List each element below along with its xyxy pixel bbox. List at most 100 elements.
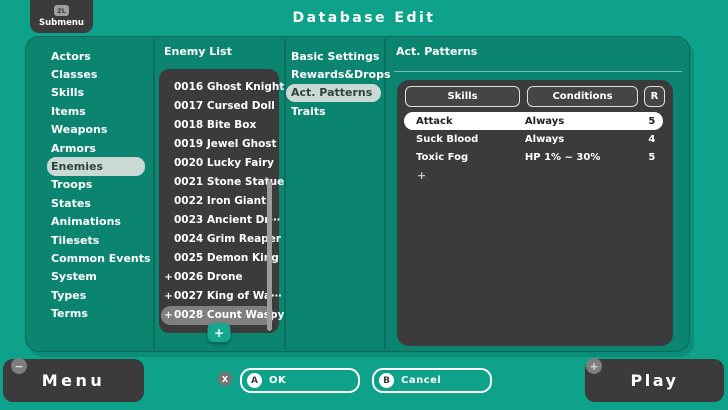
play-label: Play xyxy=(630,371,679,390)
enemy-list-rows: + 0016 Ghost Knight + 0017 Cursed Doll +… xyxy=(159,78,284,325)
ok-label: OK xyxy=(269,375,287,386)
sidebar-item[interactable]: Actors xyxy=(47,47,145,65)
enemy-list-item[interactable]: + 0020 Lucky Fairy xyxy=(159,154,279,173)
sidebar-item[interactable]: Armors xyxy=(47,139,145,157)
sidebar-item[interactable]: Enemies xyxy=(47,157,145,176)
sidebar-item-label: Weapons xyxy=(51,123,108,137)
sidebar-item-label: Armors xyxy=(51,141,96,155)
sidebar-item-label: Common Events xyxy=(51,251,151,265)
category-sidebar: Actors Classes Skills Items Weapons Armo… xyxy=(26,47,153,323)
enemy-item-label: 0018 Bite Box xyxy=(174,119,257,131)
enemy-list-item[interactable]: + 0028 Count Waspy xyxy=(161,305,284,325)
enemy-item-label: 0024 Grim Reaper xyxy=(174,233,281,245)
add-pattern-row[interactable]: + xyxy=(405,166,665,184)
sidebar-item[interactable]: Tilesets xyxy=(47,231,145,249)
sidebar-item[interactable]: Classes xyxy=(47,65,145,83)
action-pattern-row[interactable]: Attack Always 5 xyxy=(404,112,663,130)
main-panel: Actors Classes Skills Items Weapons Armo… xyxy=(25,36,690,352)
condition-cell: Always xyxy=(524,115,565,127)
settings-tabs: Basic Settings Rewards&Drops Act. Patter… xyxy=(284,47,391,121)
sidebar-item-label: Types xyxy=(51,288,87,302)
settings-tab[interactable]: Traits xyxy=(286,102,381,120)
skills-column-header[interactable]: Skills xyxy=(405,86,520,107)
cancel-button[interactable]: B Cancel xyxy=(372,368,492,393)
rating-cell: 4 xyxy=(648,133,656,145)
enemy-item-label: 0016 Ghost Knight xyxy=(174,81,285,93)
plus-button-icon: + xyxy=(586,358,602,374)
enemy-list-scrollbar[interactable] xyxy=(267,181,272,331)
b-button-icon: B xyxy=(379,373,394,388)
enemy-list-item[interactable]: + 0019 Jewel Ghost xyxy=(159,135,279,154)
sidebar-item-label: States xyxy=(51,196,91,210)
plus-icon: + xyxy=(213,325,225,340)
action-pattern-row[interactable]: Toxic Fog HP 1% ~ 30% 5 xyxy=(404,148,663,166)
enemy-list-item[interactable]: + 0021 Stone Statue xyxy=(159,173,284,192)
enemy-list-item[interactable]: + 0023 Ancient Dr⋯ xyxy=(159,211,280,230)
enemy-list: + 0016 Ghost Knight + 0017 Cursed Doll +… xyxy=(159,69,284,342)
sidebar-item[interactable]: Terms xyxy=(47,304,145,322)
menu-label: Menu xyxy=(41,371,106,390)
enemy-list-item[interactable]: + 0016 Ghost Knight xyxy=(159,78,284,97)
enemy-item-label: 0026 Drone xyxy=(174,271,243,283)
sidebar-item-label: System xyxy=(51,270,97,284)
settings-tab-label: Basic Settings xyxy=(291,49,380,63)
skill-cell: Toxic Fog xyxy=(416,151,469,163)
enemy-list-item[interactable]: + 0018 Bite Box xyxy=(159,116,279,135)
sidebar-item-label: Tilesets xyxy=(51,233,100,247)
added-marker-icon: + xyxy=(164,309,173,321)
settings-tab-label: Rewards&Drops xyxy=(291,68,391,82)
enemy-item-label: 0023 Ancient Dr⋯ xyxy=(174,214,280,226)
settings-tab[interactable]: Basic Settings xyxy=(286,47,381,65)
act-patterns-title: Act. Patterns xyxy=(396,45,478,58)
settings-tab-label: Traits xyxy=(291,104,326,118)
added-marker-icon: + xyxy=(164,290,173,302)
added-marker-icon: + xyxy=(164,271,173,283)
play-button[interactable]: Play xyxy=(585,359,724,402)
enemy-item-label: 0022 Iron Giant xyxy=(174,195,267,207)
action-pattern-row[interactable]: Suck Blood Always 4 xyxy=(404,130,663,148)
rating-column-header[interactable]: R xyxy=(644,86,665,107)
sidebar-item-label: Classes xyxy=(51,68,98,82)
sidebar-item[interactable]: States xyxy=(47,194,145,212)
x-button-icon[interactable]: X xyxy=(218,372,232,386)
sidebar-item[interactable]: Items xyxy=(47,102,145,120)
column-divider xyxy=(384,39,386,349)
enemy-list-item[interactable]: + 0017 Cursed Doll xyxy=(159,97,279,116)
conditions-column-header[interactable]: Conditions xyxy=(527,86,638,107)
act-patterns-table: Skills Conditions R Attack Always 5 Suck… xyxy=(397,80,673,346)
sidebar-item-label: Terms xyxy=(51,307,88,321)
sidebar-item[interactable]: System xyxy=(47,268,145,286)
condition-cell: Always xyxy=(524,133,565,145)
settings-tab[interactable]: Act. Patterns xyxy=(286,83,381,103)
add-enemy-button[interactable]: + xyxy=(207,323,231,342)
sidebar-item[interactable]: Troops xyxy=(47,176,145,194)
enemy-list-item[interactable]: + 0025 Demon King xyxy=(159,249,279,268)
column-divider xyxy=(153,39,155,349)
sidebar-item[interactable]: Animations xyxy=(47,213,145,231)
database-edit-screen: ZL Submenu Database Edit Actors Classes … xyxy=(0,0,728,410)
enemy-list-item[interactable]: + 0026 Drone xyxy=(159,268,279,287)
enemy-item-label: 0017 Cursed Doll xyxy=(174,100,275,112)
enemy-list-header: Enemy List xyxy=(164,45,232,58)
enemy-item-label: 0019 Jewel Ghost xyxy=(174,138,277,150)
a-button-icon: A xyxy=(247,373,262,388)
sidebar-item[interactable]: Common Events xyxy=(47,249,151,267)
condition-cell: HP 1% ~ 30% xyxy=(524,151,601,163)
sidebar-item-label: Actors xyxy=(51,49,91,63)
act-patterns-header-row: Skills Conditions R xyxy=(405,86,665,107)
enemy-list-item[interactable]: + 0027 King of Wa⋯ xyxy=(159,287,281,306)
settings-tab[interactable]: Rewards&Drops xyxy=(286,65,391,83)
rating-cell: 5 xyxy=(648,151,656,163)
minus-button-icon: − xyxy=(11,358,27,374)
sidebar-item[interactable]: Weapons xyxy=(47,121,145,139)
page-title: Database Edit xyxy=(292,10,436,26)
sidebar-item[interactable]: Types xyxy=(47,286,145,304)
sidebar-item-label: Items xyxy=(51,104,86,118)
sidebar-item[interactable]: Skills xyxy=(47,84,145,102)
plus-icon: + xyxy=(417,168,427,182)
enemy-list-item[interactable]: + 0024 Grim Reaper xyxy=(159,230,281,249)
act-patterns-rows: Attack Always 5 Suck Blood Always 4 Toxi… xyxy=(404,112,665,166)
sidebar-item-label: Enemies xyxy=(51,160,104,174)
ok-button[interactable]: A OK xyxy=(240,368,360,393)
enemy-list-item[interactable]: + 0022 Iron Giant xyxy=(159,192,279,211)
